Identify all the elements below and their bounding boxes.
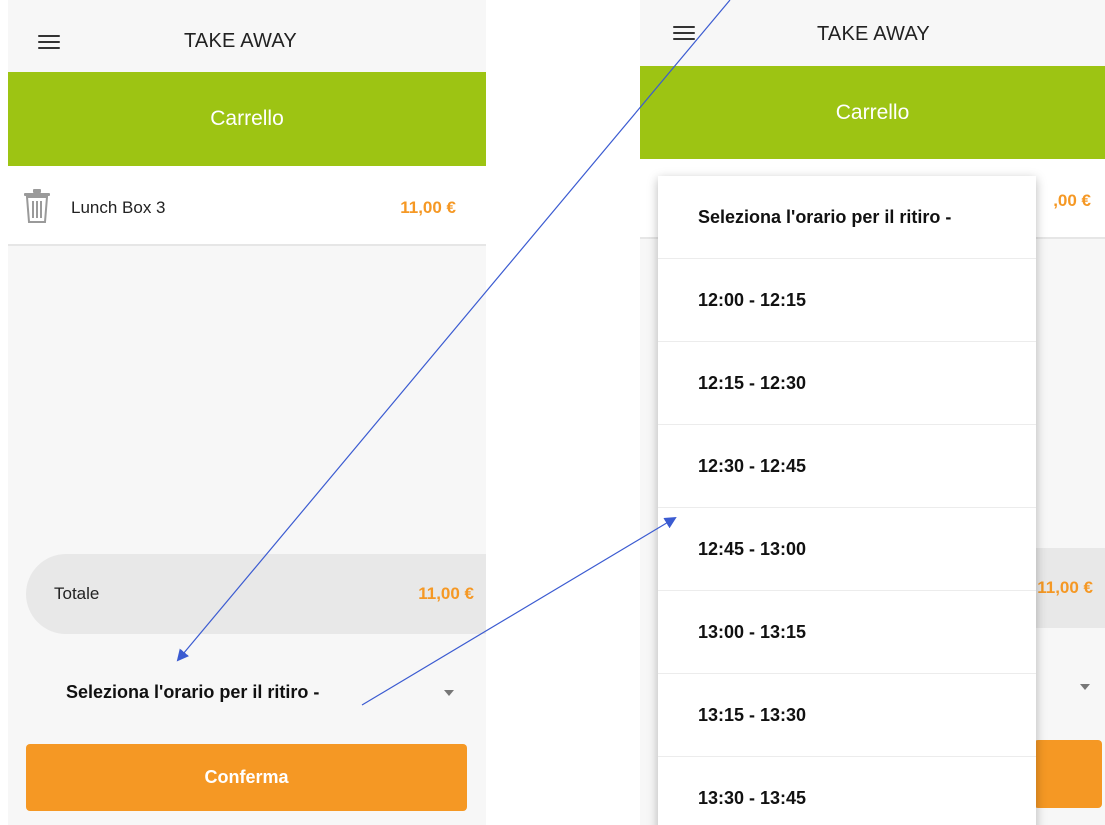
total-label: Totale [54,584,100,603]
total-value: 11,00 € [418,584,474,603]
cart-item-name: Lunch Box 3 [71,198,166,217]
app-title: TAKE AWAY [184,30,297,52]
menu-icon[interactable] [673,26,695,40]
cart-item-price: ,00 € [1053,191,1091,210]
dropdown-option[interactable]: 12:30 - 12:45 [658,425,1036,508]
dropdown-option[interactable]: 12:00 - 12:15 [658,259,1036,342]
app-title: TAKE AWAY [817,23,930,45]
cart-screen: TAKE AWAY Carrello Lunch Box 3 11,00 € T… [8,0,486,825]
dropdown-option[interactable]: 13:30 - 13:45 [658,757,1036,825]
caret-down-icon [1080,684,1090,690]
total-bar: Totale 11,00 € [26,554,486,634]
menu-icon[interactable] [38,35,60,49]
dropdown-option[interactable]: 13:00 - 13:15 [658,591,1036,674]
page-header: Carrello [640,66,1105,159]
pickup-time-dropdown: Seleziona l'orario per il ritiro - 12:00… [658,176,1036,825]
cart-screen-dropdown-open: TAKE AWAY Carrello ,00 € 11,00 € Selezio… [640,0,1105,825]
dropdown-option[interactable]: 12:45 - 13:00 [658,508,1036,591]
dropdown-option[interactable]: 13:15 - 13:30 [658,674,1036,757]
top-bar: TAKE AWAY [8,0,486,72]
cart-item-price: 11,00 € [400,198,456,217]
pickup-time-select[interactable] [1030,666,1090,710]
caret-down-icon [444,690,454,696]
dropdown-option-placeholder[interactable]: Seleziona l'orario per il ritiro - [658,176,1036,259]
pickup-time-value: Seleziona l'orario per il ritiro - [66,682,320,702]
page-header: Carrello [8,72,486,166]
cart-item-row: Lunch Box 3 11,00 € [8,166,486,246]
dropdown-option[interactable]: 12:15 - 12:30 [658,342,1036,425]
top-bar: TAKE AWAY [640,0,1105,66]
total-value: 11,00 € [1037,578,1093,597]
confirm-button[interactable]: Conferma [26,744,467,811]
trash-icon[interactable] [22,188,52,224]
pickup-time-select[interactable]: Seleziona l'orario per il ritiro - [64,672,454,716]
confirm-button[interactable] [1034,740,1102,808]
